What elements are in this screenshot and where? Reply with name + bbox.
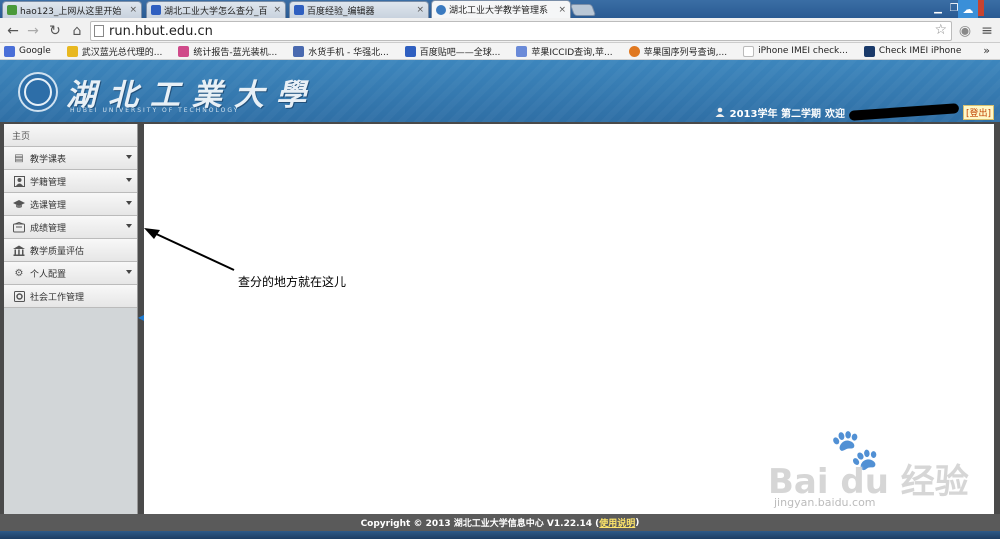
tab-title: 百度经验_编辑器: [307, 6, 375, 17]
bookmarks-bar: Google 武汉蓝光总代理的... 统计报告-蓝光装机... 水货手机 - 华…: [0, 43, 1000, 60]
bookmark-item[interactable]: 苹果ICCID查询,苹...: [516, 44, 613, 59]
bookmark-star-icon[interactable]: ☆: [934, 22, 947, 38]
sidebar-menu: 主页 ▤ 教学课表 学籍管理 选课管理 成绩管理 教学质量评估 ⚙ 个人配置 社…: [4, 124, 138, 514]
sidebar-item-personal-settings[interactable]: ⚙ 个人配置: [4, 262, 137, 285]
sidebar-item-student-records[interactable]: 学籍管理: [4, 170, 137, 193]
tab-title: hao123_上网从这里开始: [20, 6, 122, 17]
bookmark-icon: [628, 45, 640, 57]
minimize-icon[interactable]: ▁: [930, 0, 946, 16]
address-bar[interactable]: ☆: [90, 21, 952, 41]
chevron-down-icon: [126, 224, 132, 228]
bookmark-icon: [516, 45, 528, 57]
baidu-cloud-icon[interactable]: ☁: [958, 0, 978, 18]
reload-icon[interactable]: ↻: [46, 22, 64, 40]
bookmark-item[interactable]: 统计报告-蓝光装机...: [178, 44, 277, 59]
university-seal-icon: [18, 72, 58, 112]
annotation-text: 查分的地方就在这儿: [238, 275, 347, 289]
university-english-name: HUBEI UNIVERSITY OF TECHNOLOGY: [70, 107, 240, 114]
page-icon: [94, 25, 104, 37]
tab-title: 湖北工业大学教学管理系: [449, 6, 549, 16]
browser-tab[interactable]: hao123_上网从这里开始 ×: [2, 1, 142, 18]
url-input[interactable]: [109, 23, 929, 39]
bookmark-item[interactable]: 水货手机 - 华强北...: [293, 44, 389, 59]
home-icon[interactable]: ⌂: [68, 22, 86, 40]
sidebar-item-teaching-evaluation[interactable]: 教学质量评估: [4, 239, 137, 262]
star-icon: [66, 45, 78, 57]
term-label: 2013学年 第二学期: [729, 108, 821, 120]
header-user-info: 2013学年 第二学期 欢迎 [登出]: [715, 103, 994, 121]
redacted-username: [848, 103, 960, 121]
page-icon: [743, 45, 755, 57]
chevron-down-icon: [126, 155, 132, 159]
back-icon[interactable]: ←: [4, 22, 22, 40]
close-tab-icon[interactable]: ×: [558, 5, 566, 15]
sidebar-item-grades[interactable]: 成绩管理: [4, 216, 137, 239]
graduation-cap-icon: [13, 198, 25, 210]
hao123-favicon-icon: [7, 5, 17, 15]
google-icon: [4, 45, 15, 57]
grades-icon: [13, 221, 25, 233]
copyright-text: Copyright © 2013 湖北工业大学信息中心 V1.22.14 (: [360, 519, 600, 529]
forward-icon[interactable]: →: [24, 22, 42, 40]
os-taskbar: [0, 531, 1000, 539]
bookmark-item[interactable]: 百度贴吧——全球...: [404, 44, 500, 59]
chevron-down-icon: [126, 201, 132, 205]
tab-title: 湖北工业大学怎么查分_百: [164, 6, 268, 17]
site-favicon-icon: [436, 4, 446, 15]
logout-link[interactable]: [登出]: [962, 104, 994, 120]
baidu-favicon-icon: [294, 5, 304, 15]
browser-tab[interactable]: 百度经验_编辑器 ×: [289, 1, 429, 18]
bookmark-icon: [293, 45, 305, 57]
bookmark-item[interactable]: 武汉蓝光总代理的...: [66, 44, 162, 59]
close-tab-icon[interactable]: ×: [273, 5, 281, 15]
chevron-down-icon: [126, 178, 132, 182]
new-tab-button[interactable]: [569, 4, 597, 16]
chevron-down-icon: [126, 270, 132, 274]
help-link[interactable]: 使用说明: [599, 516, 635, 529]
close-tab-icon[interactable]: ×: [129, 5, 137, 15]
sidebar-item-home[interactable]: 主页: [4, 124, 137, 147]
social-work-icon: [13, 290, 25, 302]
baidu-paw-icon: [404, 45, 416, 57]
building-icon: [13, 244, 25, 256]
bookmark-item[interactable]: Google: [4, 44, 51, 59]
bookmark-item[interactable]: iPhone IMEI check...: [743, 44, 848, 59]
site-header: 湖北工業大學 HUBEI UNIVERSITY OF TECHNOLOGY 20…: [0, 60, 1000, 122]
sidebar-item-schedule[interactable]: ▤ 教学课表: [4, 147, 137, 170]
menu-icon[interactable]: ≡: [978, 22, 996, 40]
bookmark-item[interactable]: 苹果国序列号查询,...: [628, 44, 727, 59]
browser-tab[interactable]: 湖北工业大学怎么查分_百 ×: [146, 1, 286, 18]
close-tab-icon[interactable]: ×: [416, 5, 424, 15]
sidebar-item-course-selection[interactable]: 选课管理: [4, 193, 137, 216]
gear-icon: ⚙: [14, 267, 24, 279]
bookmark-item[interactable]: Check IMEI iPhone: [863, 44, 961, 59]
welcome-label: 欢迎: [824, 108, 845, 120]
browser-toolbar: ← → ↻ ⌂ ☆ ◉ ≡: [0, 18, 1000, 43]
browser-tab-strip: hao123_上网从这里开始 × 湖北工业大学怎么查分_百 × 百度经验_编辑器…: [0, 0, 1000, 18]
more-bookmarks-icon[interactable]: »: [983, 44, 990, 57]
browser-tab-active[interactable]: 湖北工业大学教学管理系 ×: [431, 0, 571, 18]
student-icon: [13, 175, 25, 187]
bookmark-icon: [178, 45, 190, 57]
page-footer: Copyright © 2013 湖北工业大学信息中心 V1.22.14 ( 使…: [0, 514, 1000, 531]
sidebar-item-social-work[interactable]: 社会工作管理: [4, 285, 137, 308]
baidu-favicon-icon: [151, 5, 161, 15]
schedule-icon: ▤: [14, 152, 24, 164]
user-icon: [715, 107, 725, 117]
bookmark-icon: [863, 45, 875, 57]
extension-icon[interactable]: ◉: [956, 22, 974, 40]
